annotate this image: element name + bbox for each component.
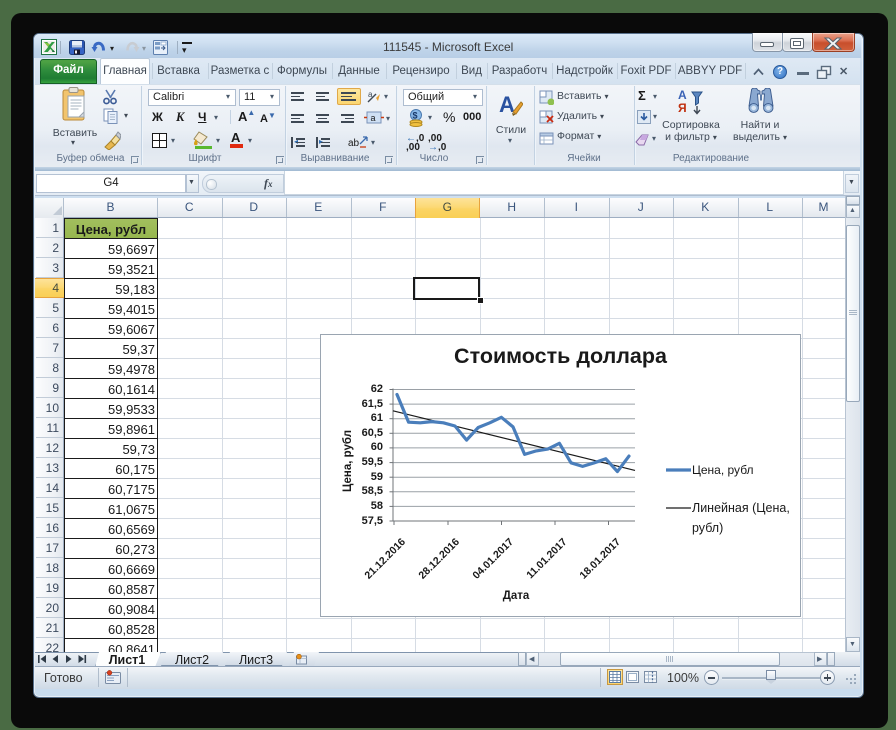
svg-text:Я: Я bbox=[678, 101, 687, 115]
svg-text:a: a bbox=[368, 90, 373, 99]
svg-text:a: a bbox=[371, 113, 376, 123]
svg-text:$: $ bbox=[413, 111, 418, 121]
svg-text:ab: ab bbox=[348, 138, 360, 149]
svg-text:А: А bbox=[678, 88, 687, 102]
